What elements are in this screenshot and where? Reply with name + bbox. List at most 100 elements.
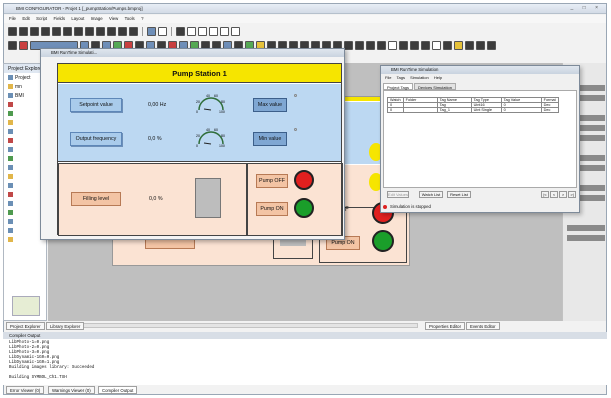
zoom-out-icon[interactable] [187,26,196,36]
pump-on-lamp[interactable] [294,198,314,218]
tree-item-label: BMI [15,92,24,99]
tab-compiler-output[interactable]: Compiler Output [98,386,138,394]
unlock-icon[interactable] [377,40,386,50]
sim-menu-file[interactable]: File [385,75,391,80]
tab-project-tags[interactable]: Project Tags [383,83,413,90]
tab-properties-editor[interactable]: Properties Editor [425,322,466,330]
paste-icon[interactable] [85,26,94,36]
output-panel-header: Compiler Output [3,332,607,339]
fill-icon[interactable] [454,40,463,50]
tab-library-explorer[interactable]: Library Explorer [46,322,85,330]
pump-off-button[interactable]: Pump OFF [256,174,288,188]
tags-table: Watch Folder Tag Name Tag Type Tag Value… [387,97,559,113]
prev-page-button[interactable]: < [550,191,558,198]
min-value-button[interactable]: Min value [253,132,287,146]
properties-icon[interactable] [465,40,474,50]
find-icon[interactable] [118,26,127,36]
menu-help[interactable]: ? [141,16,143,21]
status-text: Simulation is stopped [390,204,431,209]
table-row[interactable]: 0 Tag_1 Uint Single 0 Dec [387,107,559,113]
simulation-window: BMI RunTime Simulation File Tags Simulat… [380,65,580,213]
download-icon[interactable] [158,26,167,36]
menu-file[interactable]: File [9,16,16,21]
tab-project-explorer[interactable]: Project Explorer [6,322,45,330]
replace-icon[interactable] [129,26,138,36]
first-page-button[interactable]: |< [541,191,549,198]
setpoint-gauge[interactable]: 40 60 20 80 0 100 [196,92,226,114]
pump-off-lamp[interactable] [294,170,314,190]
reset-list-button[interactable]: Reset List [447,191,471,198]
output-line: Building SYMBOL_Ch1.TXH [9,376,67,380]
color-icon[interactable] [421,40,430,50]
object-icon [8,165,13,170]
menu-fields[interactable]: Fields [54,16,65,21]
size-icon[interactable] [410,40,419,50]
cut-icon[interactable] [63,26,72,36]
filling-cell: Filling level 0,0 % [58,163,247,236]
snap-icon[interactable] [220,26,229,36]
edit-values-button[interactable]: Edit Values [387,191,409,198]
gauge-tick: 80 [221,100,225,104]
gauge-tick: 40 [206,128,210,132]
window-controls[interactable]: _ □ × [571,5,603,11]
print-icon[interactable] [52,26,61,36]
undo-icon[interactable] [96,26,105,36]
next-page-button[interactable]: > [559,191,567,198]
border-icon[interactable] [443,40,452,50]
menu-image[interactable]: Image [91,16,103,21]
panel-bar [567,235,605,241]
pump-station-window: BMI RunTime Simulati... Pump Station 1 S… [40,48,345,240]
tab-devices-simulation[interactable]: Devices Simulation [413,83,456,90]
cell[interactable]: 0 [500,107,542,113]
redo-icon[interactable] [107,26,116,36]
rotate-icon[interactable] [388,40,397,50]
sim-menu-tags[interactable]: Tags [397,75,405,80]
back-icon[interactable] [355,40,364,50]
toolbar-main [4,25,240,37]
tree-item-label: Project [15,74,31,81]
menu-script[interactable]: Script [36,16,47,21]
zoom-in-icon[interactable] [176,26,185,36]
flip-icon[interactable] [399,40,408,50]
tab-warnings-viewer[interactable]: Warnings Viewer (0) [48,386,95,394]
sim-menu-help[interactable]: Help [434,75,442,80]
help-icon[interactable] [487,40,496,50]
zoom-fit-icon[interactable] [198,26,207,36]
save-icon[interactable] [30,26,39,36]
menu-tools[interactable]: Tools [125,16,135,21]
gauge-tick: 20 [196,134,200,138]
menu-view[interactable]: View [109,16,118,21]
editor-horizontal-scrollbar[interactable] [48,323,418,328]
settings-icon[interactable] [476,40,485,50]
copy-icon[interactable] [74,26,83,36]
filling-level-value: 0,0 % [149,196,163,202]
menu-edit[interactable]: Edit [22,16,29,21]
close-doc-icon[interactable] [231,26,240,36]
tab-error-viewer[interactable]: Error Viewer (0) [6,386,45,394]
pointer-icon[interactable] [8,40,17,50]
setpoint-value[interactable]: 0,00 Hz [148,102,166,108]
window-title: BMI CONFIGURATOR - Projet 1 [_pumpStatio… [16,6,143,11]
front-icon[interactable] [344,40,353,50]
rectangle-icon[interactable] [19,40,28,50]
compile-icon[interactable] [147,26,156,36]
font-icon[interactable] [432,40,441,50]
panel-bar [567,225,605,231]
lock-icon[interactable] [366,40,375,50]
sim-menu-simulation[interactable]: Simulation [410,75,429,80]
last-page-button[interactable]: >| [568,191,576,198]
compiler-output: LibPhoto-1=0.png LibPhoto-2=0.png LibPho… [3,339,607,385]
grid-icon[interactable] [209,26,218,36]
pump-status-area: Filling level 0,0 % Pump OFF Pump ON [58,163,343,236]
new-icon[interactable] [8,26,17,36]
menu-layout[interactable]: Layout [71,16,84,21]
page-icon [8,93,13,98]
pump-on-button[interactable]: Pump ON [256,202,288,216]
watch-list-button[interactable]: Watch List [419,191,443,198]
object-icon [8,192,13,197]
object-icon [8,174,13,179]
save-all-icon[interactable] [41,26,50,36]
tab-events-editor[interactable]: Events Editor [466,322,500,330]
max-value-button[interactable]: Max value [253,98,287,112]
open-icon[interactable] [19,26,28,36]
